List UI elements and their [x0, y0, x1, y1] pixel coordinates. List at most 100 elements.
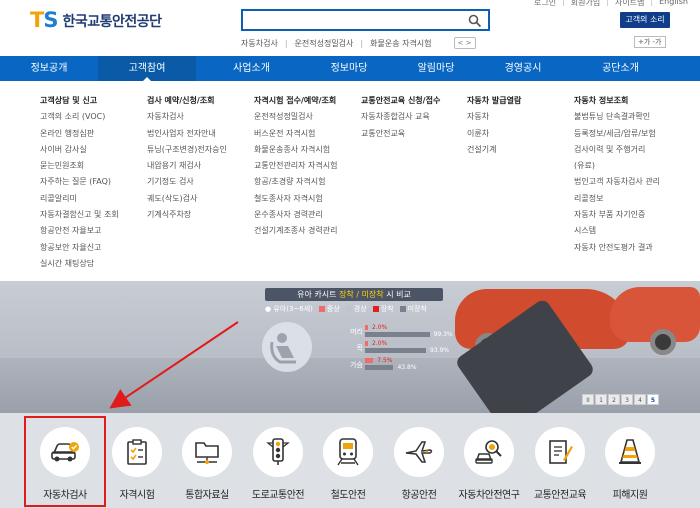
mega-menu-item[interactable]: 등록정보/세금/압류/보험 — [574, 126, 660, 142]
popular-keyword[interactable]: 자동차검사 — [241, 38, 278, 49]
mega-menu-item[interactable]: 자동차 안전도평가 결과 — [574, 240, 660, 256]
gnb-item[interactable]: 알림마당 — [391, 56, 481, 81]
popular-keyword[interactable]: 운전적성정밀검사 — [295, 38, 354, 49]
mega-menu-item[interactable]: 리콜정보 — [574, 191, 660, 207]
mega-menu-heading[interactable]: 자격시험 접수/예약/조회 — [254, 93, 338, 109]
pager-page[interactable]: 5 — [647, 394, 659, 405]
mega-menu-item[interactable]: 법인고객 자동차검사 관리 — [574, 174, 660, 190]
signup-link[interactable]: 회원가입 — [571, 0, 600, 8]
mega-menu-item[interactable]: 자동차검사 — [147, 109, 227, 125]
mega-menu-item[interactable]: 자동차 — [467, 109, 521, 125]
mega-menu-item[interactable]: 운전적성정밀검사 — [254, 109, 338, 125]
banner-bar-injured — [365, 341, 368, 346]
mega-menu-item[interactable]: 고객의 소리 (VOC) — [40, 109, 119, 125]
gnb-item[interactable]: 고객참여 — [98, 56, 196, 81]
mega-menu-item[interactable]: 검사이력 및 주행거리 — [574, 142, 660, 158]
divider: | — [606, 0, 609, 6]
mega-menu-item[interactable]: 화물운송종사 자격시험 — [254, 142, 338, 158]
mega-menu-item[interactable]: 시스템 — [574, 223, 660, 239]
english-link[interactable]: English — [659, 0, 688, 8]
mega-menu-item[interactable]: 실시간 채팅상담 — [40, 256, 119, 272]
mega-menu-item[interactable]: 궤도(삭도)검사 — [147, 191, 227, 207]
pager-page[interactable]: 2 — [608, 394, 620, 405]
mega-menu-item[interactable]: 철도종사자 자격시험 — [254, 191, 338, 207]
mega-menu-heading[interactable]: 고객상담 및 신고 — [40, 93, 119, 109]
banner-bar-value: 43.8% — [397, 364, 417, 371]
popular-nav-arrows[interactable]: < > — [453, 37, 476, 49]
mega-menu-heading[interactable]: 검사 예약/신청/조회 — [147, 93, 227, 109]
traffic-light-icon — [253, 427, 303, 477]
banner-bar-safe — [365, 332, 430, 337]
mega-menu-item[interactable]: (유료) — [574, 158, 660, 174]
mega-menu-heading[interactable]: 교통안전교육 신청/접수 — [361, 93, 440, 109]
mega-menu-item[interactable]: 운수종사자 경력관리 — [254, 207, 338, 223]
pager-page[interactable]: 1 — [595, 394, 607, 405]
mega-menu-item[interactable]: 자동차종합검사 교육 — [361, 109, 440, 125]
mega-menu-item[interactable]: 자동차결함신고 및 조회 — [40, 207, 119, 223]
banner-bar-injured — [365, 325, 368, 330]
mega-menu-item[interactable]: 항공보안 자율신고 — [40, 240, 119, 256]
login-link[interactable]: 로그인 — [534, 0, 556, 8]
banner-chart-row-label: 가슴 — [350, 361, 363, 369]
mega-menu-item[interactable]: 불법튜닝 단속결과확인 — [574, 109, 660, 125]
quick-menu-item[interactable]: 교통안전교육 — [525, 427, 595, 501]
mega-menu-item[interactable]: 자동차 부품 자기인증 — [574, 207, 660, 223]
customer-voice-button[interactable]: 고객의 소리 — [620, 12, 670, 28]
mega-menu-item[interactable]: 교통안전관리자 자격시험 — [254, 158, 338, 174]
quick-menu-item[interactable]: 철도안전 — [313, 427, 383, 501]
mega-menu-item[interactable]: 건설기계조종사 경력관리 — [254, 223, 338, 239]
quick-menu-label: 자동차안전연구 — [458, 490, 520, 501]
banner-bar-value: 7.5% — [377, 357, 393, 364]
mega-menu-heading[interactable]: 자동차 정보조회 — [574, 93, 660, 109]
divider: | — [562, 0, 565, 6]
mega-menu-item[interactable]: 튜닝(구조변경)전자승인 — [147, 142, 227, 158]
quick-menu-item[interactable]: 항공안전 — [384, 427, 454, 501]
sitemap-link[interactable]: 사이트맵 — [615, 0, 644, 8]
pager-page[interactable]: 3 — [621, 394, 633, 405]
site-logo[interactable]: TS 한국교통안전공단 — [30, 10, 162, 31]
mega-menu-item[interactable]: 교통안전교육 — [361, 126, 440, 142]
pause-button[interactable]: II — [582, 394, 594, 405]
quick-menu-item[interactable]: 자동차안전연구 — [454, 427, 524, 501]
popular-keyword[interactable]: 화물운송 자격시험 — [370, 38, 431, 49]
gnb-item[interactable]: 사업소개 — [196, 56, 307, 81]
mega-menu-item[interactable]: 자주하는 질문 (FAQ) — [40, 174, 119, 190]
quick-menu-label: 통합자료실 — [185, 490, 229, 501]
search-icon[interactable] — [468, 13, 482, 32]
mega-menu-item[interactable]: 이륜차 — [467, 126, 521, 142]
quick-menu-item[interactable]: 자격시험 — [102, 427, 172, 501]
mega-menu-item[interactable]: 건설기계 — [467, 142, 521, 158]
mega-menu-item[interactable]: 항공안전 자율보고 — [40, 223, 119, 239]
pager-page[interactable]: 4 — [634, 394, 646, 405]
quick-menu-label: 자격시험 — [119, 490, 155, 501]
banner-wheel — [650, 329, 676, 355]
gnb-item[interactable]: 공단소개 — [565, 56, 676, 81]
gnb-item[interactable]: 정보마당 — [307, 56, 391, 81]
document-pencil-icon — [535, 427, 585, 477]
banner-chart-title: 유아 카시트 장착 / 미장착 시 비교 — [265, 288, 443, 301]
logo-mark: TS — [30, 8, 58, 32]
mega-menu-item[interactable]: 기계식주차장 — [147, 207, 227, 223]
mega-menu-item[interactable]: 항공/초경량 자격시험 — [254, 174, 338, 190]
gnb-item[interactable]: 정보공개 — [0, 56, 98, 81]
search-input[interactable] — [241, 9, 490, 31]
banner-chart-row: 목 2.0% 93.9% — [335, 340, 475, 355]
gnb-item[interactable]: 경영공시 — [481, 56, 565, 81]
mega-menu-heading[interactable]: 자동차 발급열람 — [467, 93, 521, 109]
mega-menu-item[interactable]: 기기정도 검사 — [147, 174, 227, 190]
banner-pager: II 1 2 3 4 5 — [582, 394, 659, 405]
text-size-control[interactable]: +가 -가 — [634, 36, 666, 48]
mega-menu-item[interactable]: 사이버 감사실 — [40, 142, 119, 158]
train-icon — [323, 427, 373, 477]
child-seat-icon — [262, 322, 312, 372]
mega-menu-item[interactable]: 온라인 행정심판 — [40, 126, 119, 142]
mega-menu-item[interactable]: 리콜알리미 — [40, 191, 119, 207]
quick-menu-item[interactable]: 통합자료실 — [172, 427, 242, 501]
mega-menu-item[interactable]: 법인사업자 전자안내 — [147, 126, 227, 142]
quick-menu-item[interactable]: 도로교통안전 — [243, 427, 313, 501]
quick-menu-item[interactable]: 피해지원 — [595, 427, 665, 501]
folder-network-icon — [182, 427, 232, 477]
mega-menu-item[interactable]: 내압용기 재검사 — [147, 158, 227, 174]
mega-menu-item[interactable]: 버스운전 자격시험 — [254, 126, 338, 142]
mega-menu-item[interactable]: 묻는민원조회 — [40, 158, 119, 174]
